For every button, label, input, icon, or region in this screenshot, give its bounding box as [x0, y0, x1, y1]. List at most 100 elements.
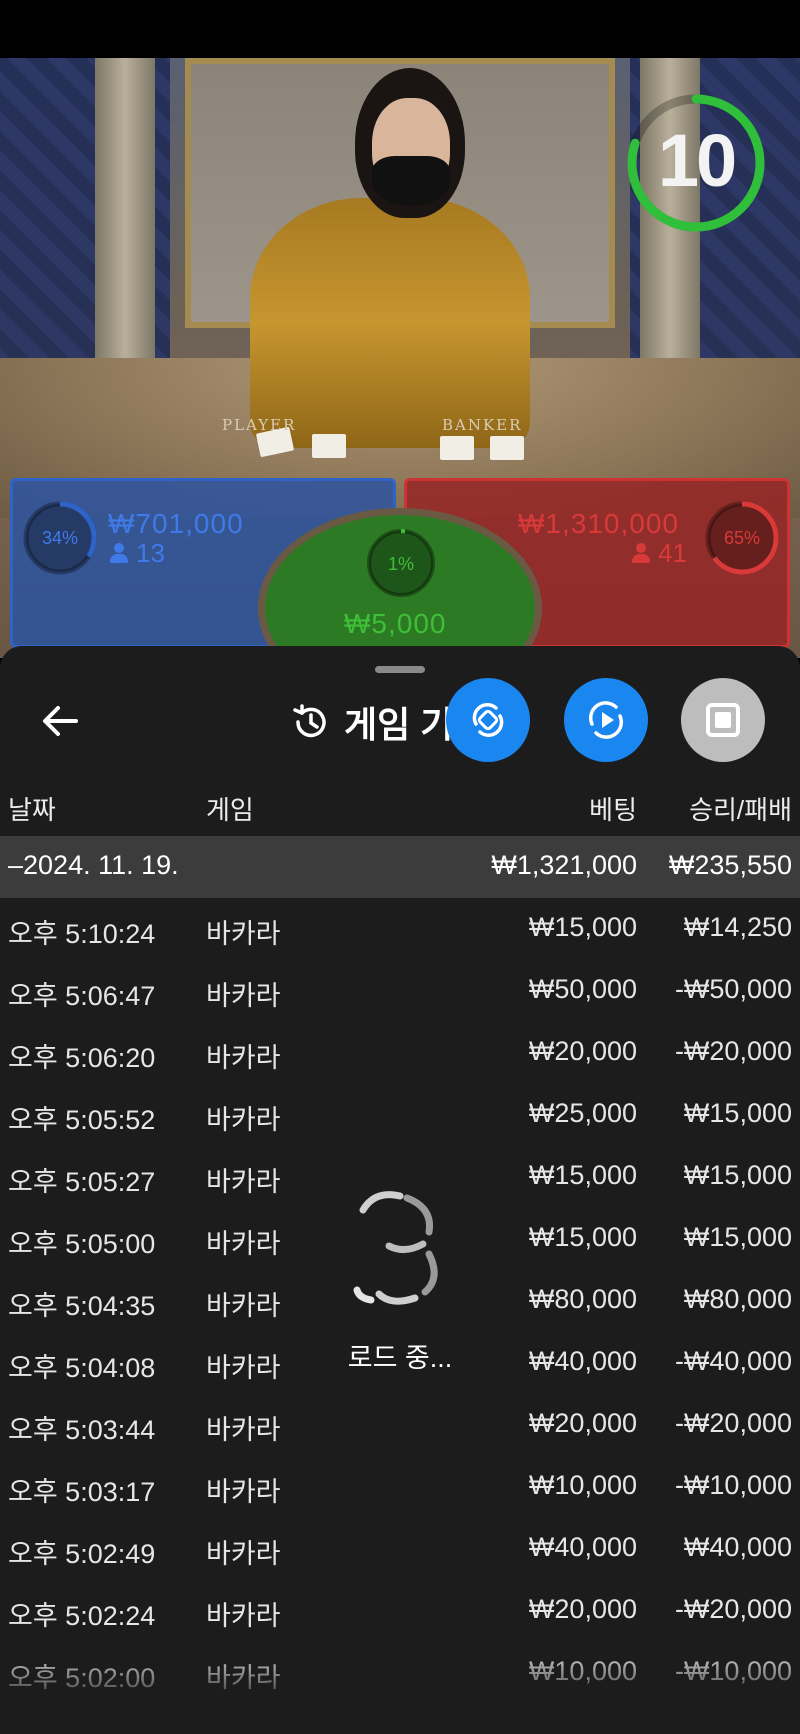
tie-percent: 1%: [387, 554, 414, 574]
row-bet: ₩80,000: [528, 1284, 637, 1314]
row-time: 오후 5:03:44: [8, 1415, 156, 1445]
sheet-drag-handle[interactable]: [375, 666, 425, 673]
dealer-mask: [372, 156, 450, 206]
sheet-title: 게임 기: [290, 694, 453, 750]
history-row[interactable]: 오후 5:05:52 바카라 ₩25,000 ₩15,000: [0, 1084, 800, 1146]
row-time: 오후 5:05:27: [8, 1167, 156, 1197]
row-bet: ₩40,000: [528, 1532, 637, 1562]
row-winloss: ₩15,000: [683, 1098, 792, 1128]
row-winloss: -₩20,000: [674, 1594, 792, 1624]
row-time: 오후 5:05:00: [8, 1229, 156, 1259]
row-winloss: ₩15,000: [683, 1160, 792, 1190]
banker-count-value: 41: [658, 538, 687, 568]
person-icon: [110, 543, 128, 563]
back-arrow-icon: [43, 706, 78, 736]
row-winloss: ₩15,000: [683, 1222, 792, 1252]
row-time: 오후 5:02:49: [8, 1539, 156, 1569]
list-fade-overlay: [0, 1646, 800, 1734]
row-time: 오후 5:03:17: [8, 1477, 156, 1507]
banker-percent: 65%: [723, 528, 761, 548]
stop-button[interactable]: [681, 678, 765, 762]
date-group-date: –2024. 11. 19.: [8, 850, 179, 880]
row-winloss: -₩20,000: [674, 1408, 792, 1438]
table-label-player: PLAYER: [222, 416, 297, 434]
row-winloss: -₩50,000: [674, 974, 792, 1004]
stop-icon: [706, 703, 740, 737]
row-bet: ₩25,000: [528, 1098, 637, 1128]
column-header-winloss: 승리/패배: [689, 795, 792, 825]
row-bet: ₩50,000: [528, 974, 637, 1004]
swap-button[interactable]: [446, 678, 530, 762]
playing-card: [312, 434, 346, 458]
rotate-play-icon: [588, 701, 624, 739]
history-row[interactable]: 오후 5:03:44 바카라 ₩20,000 -₩20,000: [0, 1394, 800, 1456]
row-winloss: -₩20,000: [674, 1036, 792, 1066]
row-game: 바카라: [206, 1291, 281, 1321]
date-group-row[interactable]: –2024. 11. 19. ₩1,321,000 ₩235,550: [0, 836, 800, 898]
column-header-bet: 베팅: [589, 795, 637, 825]
playing-card: [490, 436, 524, 460]
history-row[interactable]: 오후 5:02:24 바카라 ₩20,000 -₩20,000: [0, 1580, 800, 1642]
player-percent: 34%: [41, 528, 79, 548]
date-group-total-winloss: ₩235,550: [668, 850, 792, 880]
sheet-title-text: 게임 기: [344, 704, 454, 745]
row-bet: ₩10,000: [528, 1470, 637, 1500]
date-group-total-bet: ₩1,321,000: [491, 850, 637, 880]
row-winloss: ₩40,000: [683, 1532, 792, 1562]
row-winloss: -₩10,000: [674, 1470, 792, 1500]
banker-bettor-count: 41: [632, 538, 687, 569]
countdown-number: 10: [657, 119, 737, 202]
row-winloss: ₩14,250: [683, 912, 792, 942]
column-header-game: 게임: [206, 795, 254, 825]
history-row[interactable]: 오후 5:03:17 바카라 ₩10,000 -₩10,000: [0, 1456, 800, 1518]
row-game: 바카라: [206, 1353, 281, 1383]
history-icon: [293, 704, 326, 738]
row-bet: ₩20,000: [528, 1408, 637, 1438]
person-icon: [632, 543, 650, 563]
player-bettor-count: 13: [110, 538, 165, 569]
loading-spinner-icon: [353, 1191, 438, 1305]
row-game: 바카라: [206, 1539, 281, 1569]
history-row[interactable]: 오후 5:06:20 바카라 ₩20,000 -₩20,000: [0, 1022, 800, 1084]
playing-card: [440, 436, 474, 460]
back-button[interactable]: [36, 696, 86, 746]
row-game: 바카라: [206, 1229, 281, 1259]
row-bet: ₩40,000: [528, 1346, 637, 1376]
row-game: 바카라: [206, 1105, 281, 1135]
row-game: 바카라: [206, 919, 281, 949]
row-time: 오후 5:06:20: [8, 1043, 156, 1073]
column-header-date: 날짜: [8, 795, 56, 825]
row-game: 바카라: [206, 1043, 281, 1073]
pillar-left: [95, 58, 155, 378]
row-game: 바카라: [206, 1477, 281, 1507]
row-game: 바카라: [206, 1167, 281, 1197]
row-time: 오후 5:04:35: [8, 1291, 156, 1321]
row-winloss: ₩80,000: [683, 1284, 792, 1314]
status-bar: [0, 0, 800, 58]
row-bet: ₩15,000: [528, 912, 637, 942]
row-time: 오후 5:04:08: [8, 1353, 156, 1383]
row-time: 오후 5:06:47: [8, 981, 156, 1011]
row-time: 오후 5:05:52: [8, 1105, 156, 1135]
row-bet: ₩20,000: [528, 1594, 637, 1624]
row-time: 오후 5:02:24: [8, 1601, 156, 1631]
rotate-play-button[interactable]: [564, 678, 648, 762]
history-row[interactable]: 오후 5:02:49 바카라 ₩40,000 ₩40,000: [0, 1518, 800, 1580]
tie-bet-amount: ₩5,000: [344, 608, 447, 639]
banker-bet-amount: ₩1,310,000: [518, 508, 679, 539]
history-row[interactable]: 오후 5:10:24 바카라 ₩15,000 ₩14,250: [0, 898, 800, 960]
player-bet-amount: ₩701,000: [108, 508, 244, 539]
row-bet: ₩15,000: [528, 1160, 637, 1190]
dealer-body: [250, 198, 530, 448]
loading-text: 로드 중...: [347, 1343, 453, 1373]
row-game: 바카라: [206, 1601, 281, 1631]
table-label-banker: BANKER: [442, 416, 523, 434]
swap-icon: [472, 703, 504, 737]
row-time: 오후 5:10:24: [8, 919, 156, 949]
row-game: 바카라: [206, 981, 281, 1011]
row-bet: ₩20,000: [528, 1036, 637, 1066]
row-winloss: -₩40,000: [674, 1346, 792, 1376]
row-bet: ₩15,000: [528, 1222, 637, 1252]
history-row[interactable]: 오후 5:06:47 바카라 ₩50,000 -₩50,000: [0, 960, 800, 1022]
row-game: 바카라: [206, 1415, 281, 1445]
